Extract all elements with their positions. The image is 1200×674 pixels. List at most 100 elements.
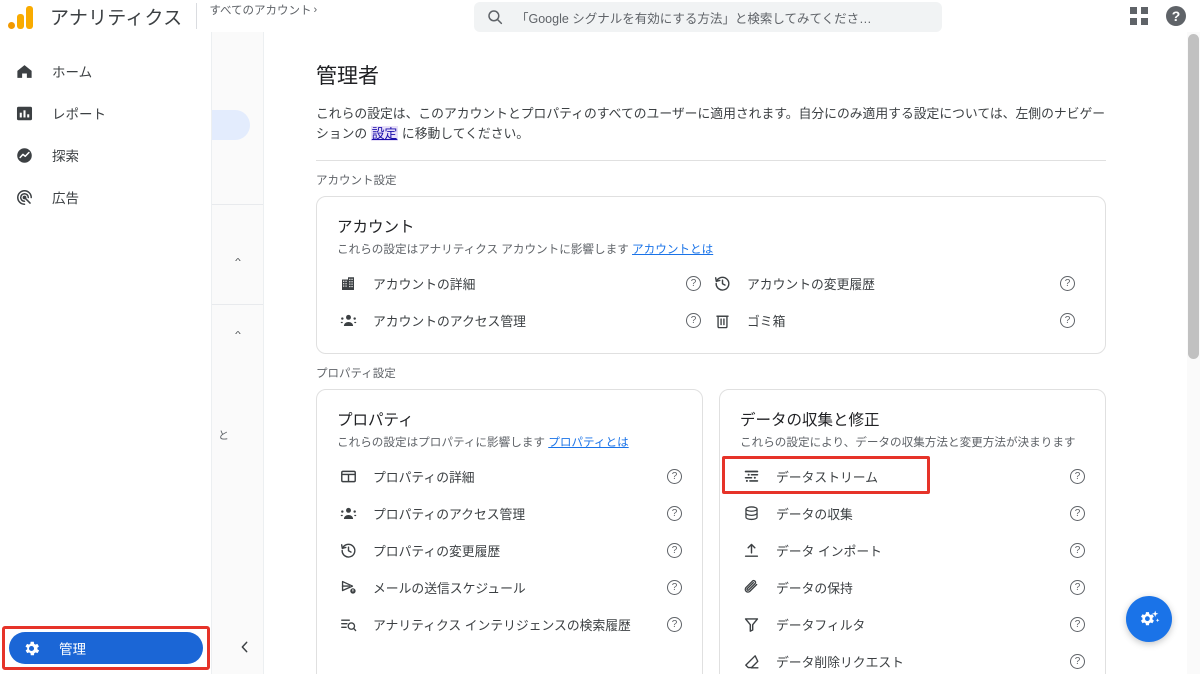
panel-divider [212,304,263,305]
option-label: アカウントの変更履歴 [747,277,875,292]
main-content: 管理者 これらの設定は、このアカウントとプロパティのすべてのユーザーに適用されま… [264,32,1194,674]
help-icon[interactable]: ? [1060,313,1075,328]
option-data-deletion-requests[interactable]: データ削除リクエスト ? [740,643,1085,674]
google-analytics-logo-icon [8,3,42,29]
top-right-actions: ? [1130,0,1186,32]
help-icon[interactable]: ? [1070,469,1085,484]
nav-active-pill [212,110,250,140]
page-description-part2: に移動してください。 [398,126,530,141]
help-icon[interactable]: ? [686,276,701,291]
option-data-retention[interactable]: データの保持 ? [740,569,1085,606]
card-subtitle: これらの設定により、データの収集方法と変更方法が決まります [740,436,1076,449]
option-label: データの保持 [776,581,853,596]
explore-icon [14,145,34,165]
help-icon[interactable]: ? [686,313,701,328]
option-label: データの収集 [776,507,853,522]
upload-icon [740,541,762,560]
help-icon[interactable]: ? [1166,6,1186,26]
sidebar-item-reports[interactable]: レポート [0,92,203,134]
option-trash[interactable]: ゴミ箱 ? [711,302,1085,339]
chevron-up-icon[interactable]: ^ [212,330,263,339]
assistant-fab-button[interactable] [1126,596,1172,642]
search-input[interactable]: 「Google シグナルを有効にする方法」と検索してみてくださ… [474,2,942,32]
eraser-icon [740,652,762,671]
option-email-schedule[interactable]: メールの送信スケジュール ? [337,569,682,606]
help-icon[interactable]: ? [1070,506,1085,521]
help-icon[interactable]: ? [667,469,682,484]
option-label: ゴミ箱 [747,314,786,329]
trash-icon [711,311,733,330]
option-label: データ インポート [776,544,882,559]
option-property-details[interactable]: プロパティの詳細 ? [337,458,682,495]
option-account-change-history[interactable]: アカウントの変更履歴 ? [711,265,1085,302]
help-icon[interactable]: ? [667,543,682,558]
settings-link[interactable]: 設定 [370,126,399,141]
sidebar-item-label: 広告 [52,191,79,206]
option-label: プロパティの詳細 [373,470,475,485]
gear-icon [21,638,41,658]
sidebar-item-label: 管理 [59,642,86,657]
sidebar-item-advertising[interactable]: 広告 [0,176,203,218]
help-icon[interactable]: ? [1070,617,1085,632]
account-options-left: アカウントの詳細 ? アカウントのアクセス管理 ? [337,265,711,339]
option-label: データストリーム [776,470,878,485]
help-icon[interactable]: ? [667,617,682,632]
sidebar-item-admin[interactable]: 管理 [9,632,203,664]
page-description: これらの設定は、このアカウントとプロパティのすべてのユーザーに適用されます。自分… [316,104,1106,144]
panel-partial-text: と [218,430,229,442]
card-subtitle-text: これらの設定はアナリティクス アカウントに影響します [337,243,629,256]
chevron-left-icon [241,641,248,653]
account-options-columns: アカウントの詳細 ? アカウントのアクセス管理 ? アカウントの変更履歴 ? ゴ… [337,265,1085,339]
option-label: データフィルタ [776,618,866,633]
property-details-icon [337,467,359,486]
sidebar-item-explore[interactable]: 探索 [0,134,203,176]
option-label: プロパティのアクセス管理 [373,507,526,522]
divider [196,3,198,29]
sidebar-item-home[interactable]: ホーム [0,50,203,92]
data-collection-card: データの収集と修正 これらの設定により、データの収集方法と変更方法が決まります … [719,389,1106,674]
option-account-details[interactable]: アカウントの詳細 ? [337,265,711,302]
card-title: アカウント [337,219,415,236]
database-icon [740,504,762,523]
building-icon [337,275,359,293]
sidebar-item-label: 探索 [52,149,79,164]
chevron-up-icon[interactable]: ^ [212,257,263,266]
breadcrumb-label: すべてのアカウント [209,5,312,17]
home-icon [14,61,34,81]
sidebar-item-label: レポート [52,107,106,122]
option-data-filters[interactable]: データフィルタ ? [740,606,1085,643]
page-title: 管理者 [316,65,379,88]
option-property-access-management[interactable]: プロパティのアクセス管理 ? [337,495,682,532]
option-account-access-management[interactable]: アカウントのアクセス管理 ? [337,302,711,339]
account-info-link[interactable]: アカウントとは [632,243,713,256]
option-label: アカウントのアクセス管理 [373,314,526,329]
email-schedule-icon [337,578,359,597]
nav-items-list: ホーム レポート 探索 広告 [0,32,211,218]
data-stream-icon [740,467,762,486]
help-icon[interactable]: ? [1070,543,1085,558]
option-data-import[interactable]: データ インポート ? [740,532,1085,569]
help-icon[interactable]: ? [1060,276,1075,291]
admin-button-highlight: 管理 [2,626,210,670]
card-subtitle: これらの設定はプロパティに影響します プロパティとは [337,434,682,452]
help-icon[interactable]: ? [667,580,682,595]
property-card: プロパティ これらの設定はプロパティに影響します プロパティとは プロパティの詳… [316,389,703,674]
help-icon[interactable]: ? [667,506,682,521]
breadcrumb[interactable]: すべてのアカウント › [209,2,317,18]
gear-sparkle-icon [1141,610,1160,626]
collapse-nav-button[interactable] [232,634,258,660]
history-icon [711,274,733,293]
option-intelligence-search-history[interactable]: アナリティクス インテリジェンスの検索履歴 ? [337,606,682,643]
left-navigation: ホーム レポート 探索 広告 管理 [0,32,212,674]
apps-grid-icon[interactable] [1130,7,1148,25]
help-icon[interactable]: ? [1070,654,1085,669]
property-info-link[interactable]: プロパティとは [548,436,628,449]
search-placeholder-text: 「Google シグナルを有効にする方法」と検索してみてくださ… [516,11,872,26]
scrollbar-thumb[interactable] [1188,34,1199,359]
option-property-change-history[interactable]: プロパティの変更履歴 ? [337,532,682,569]
option-data-collection[interactable]: データの収集 ? [740,495,1085,532]
help-icon[interactable]: ? [1070,580,1085,595]
card-title: プロパティ [337,412,414,429]
option-data-streams[interactable]: データストリーム ? [740,458,1085,495]
ads-target-icon [14,187,34,207]
